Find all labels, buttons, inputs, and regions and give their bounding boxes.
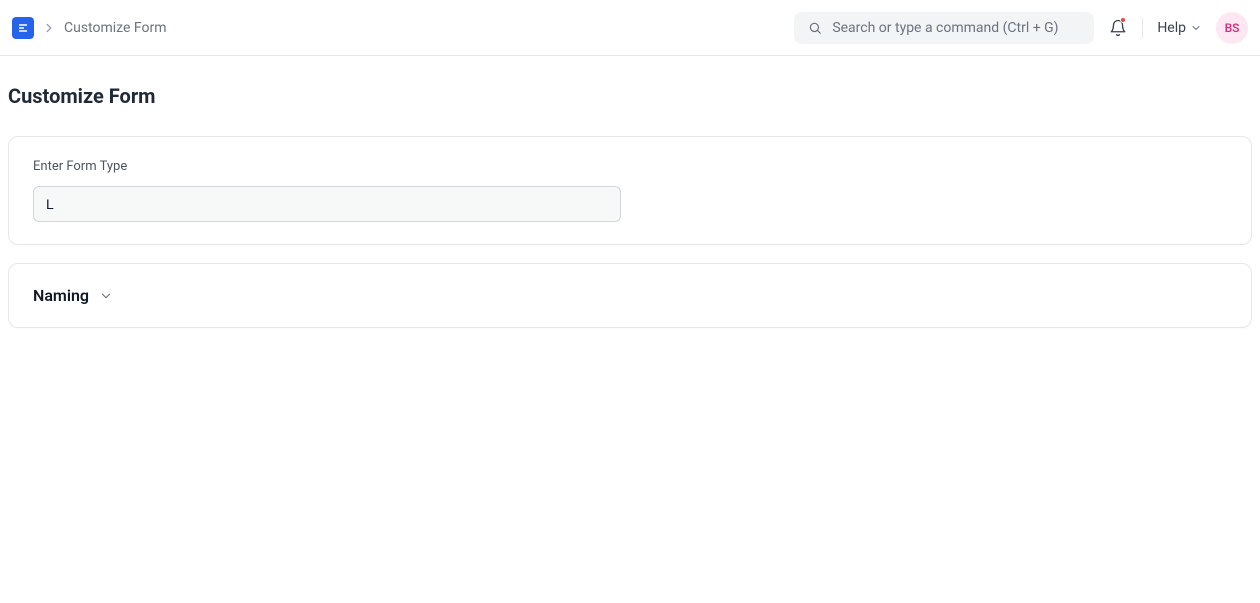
avatar[interactable]: BS (1216, 12, 1248, 44)
header-left: Customize Form (12, 17, 167, 39)
search-placeholder: Search or type a command (Ctrl + G) (832, 20, 1058, 36)
help-menu[interactable]: Help (1157, 20, 1202, 36)
chevron-down-icon (1190, 22, 1202, 34)
breadcrumb: Customize Form (42, 20, 167, 36)
form-type-input[interactable] (33, 186, 621, 222)
help-label: Help (1157, 20, 1186, 36)
page-title: Customize Form (8, 84, 1252, 108)
logo-icon (17, 22, 29, 34)
notification-dot (1120, 17, 1126, 23)
form-type-label: Enter Form Type (33, 159, 1227, 174)
search-icon (808, 21, 822, 35)
avatar-initials: BS (1225, 21, 1240, 35)
search-input[interactable]: Search or type a command (Ctrl + G) (794, 12, 1094, 44)
chevron-right-icon (42, 21, 56, 35)
naming-section-toggle[interactable]: Naming (33, 286, 1227, 305)
naming-section-card: Naming (8, 263, 1252, 328)
header-right: Search or type a command (Ctrl + G) Help… (794, 12, 1248, 44)
chevron-down-icon (99, 289, 113, 303)
main-content: Customize Form Enter Form Type Naming (0, 56, 1260, 328)
form-type-card: Enter Form Type (8, 136, 1252, 245)
breadcrumb-current[interactable]: Customize Form (64, 20, 167, 36)
naming-section-title: Naming (33, 286, 89, 305)
app-logo[interactable] (12, 17, 34, 39)
notifications-button[interactable] (1108, 18, 1128, 38)
header-divider (1142, 18, 1143, 38)
app-header: Customize Form Search or type a command … (0, 0, 1260, 56)
